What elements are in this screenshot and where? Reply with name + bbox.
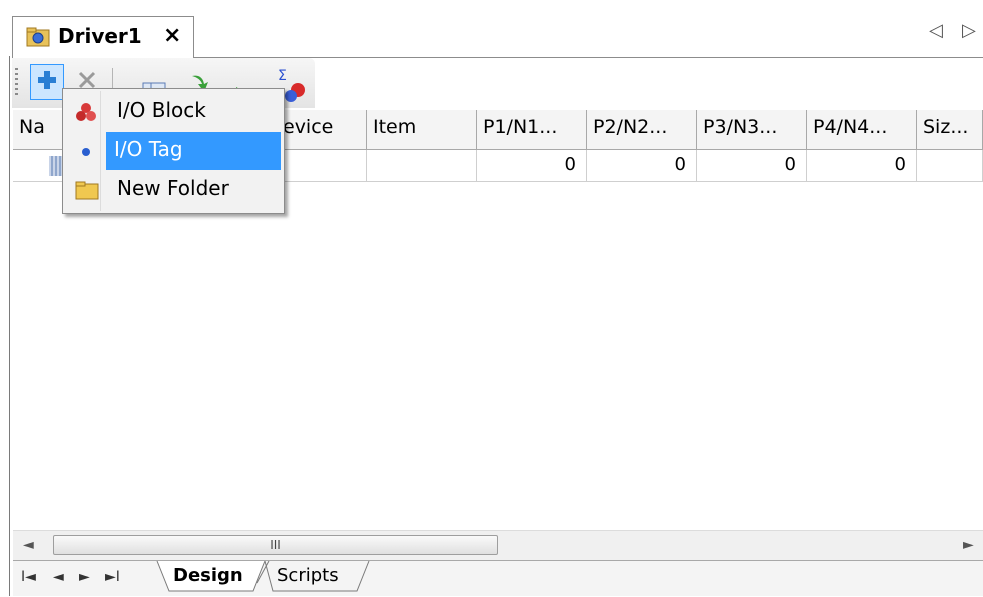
menu-item-label: New Folder (117, 176, 229, 200)
add-context-menu: I/O Block I/O Tag New Folder (62, 88, 285, 214)
scrollbar-thumb[interactable]: III (53, 535, 498, 555)
column-header-p2-n2[interactable]: P2/N2... (587, 110, 697, 150)
menu-item-new-folder[interactable]: New Folder (66, 171, 281, 209)
scroll-left-arrow-icon[interactable]: ◄ (23, 537, 34, 553)
tab-scroll-left-icon[interactable]: ◁ (929, 20, 943, 41)
menu-item-label: I/O Block (117, 98, 206, 122)
last-tab-icon[interactable]: ►I (105, 569, 120, 585)
previous-tab-icon[interactable]: ◄ (53, 569, 64, 585)
menu-item-label: I/O Tag (114, 137, 183, 161)
row-p3-cell[interactable]: 0 (697, 150, 807, 182)
row-size-cell[interactable] (917, 150, 983, 182)
tab-design[interactable]: Design (173, 565, 243, 597)
io-tag-icon (75, 141, 97, 161)
left-border (9, 56, 10, 596)
io-block-icon (75, 102, 97, 122)
document-tab-label: Driver1 (58, 24, 142, 48)
plus-icon (36, 69, 58, 96)
tag-row-icon (49, 156, 63, 176)
row-p4-cell[interactable]: 0 (807, 150, 917, 182)
folder-icon (75, 180, 99, 200)
tab-scripts[interactable]: Scripts (277, 565, 339, 597)
tab-scroll-right-icon[interactable]: ▷ (962, 20, 976, 41)
bottom-tab-bar: I◄ ◄ ► ►I Design Scripts (13, 560, 983, 596)
scroll-right-arrow-icon[interactable]: ► (963, 537, 974, 553)
driver-folder-icon (26, 27, 50, 47)
menu-item-io-tag[interactable]: I/O Tag (66, 132, 281, 170)
driver-window: Driver1 × ◁ ▷ Na evice Item P1/N1... P2/… (0, 0, 983, 596)
next-tab-icon[interactable]: ► (79, 569, 90, 585)
add-button[interactable] (30, 64, 64, 100)
document-tab-driver1[interactable]: Driver1 × (12, 16, 194, 58)
document-tab-strip: Driver1 × ◁ ▷ (0, 0, 983, 58)
row-p1-cell[interactable]: 0 (477, 150, 587, 182)
toolbar-grip-handle[interactable] (15, 68, 18, 98)
row-item-cell[interactable] (367, 150, 477, 182)
row-p2-cell[interactable]: 0 (587, 150, 697, 182)
horizontal-scrollbar[interactable]: ◄ III ► (13, 530, 983, 560)
column-header-p4-n4[interactable]: P4/N4... (807, 110, 917, 150)
tab-strip-divider (194, 57, 983, 58)
column-header-p1-n1[interactable]: P1/N1... (477, 110, 587, 150)
column-header-size[interactable]: Siz... (917, 110, 983, 150)
menu-item-io-block[interactable]: I/O Block (66, 93, 281, 131)
close-tab-icon[interactable]: × (163, 23, 181, 48)
column-header-item[interactable]: Item (367, 110, 477, 150)
first-tab-icon[interactable]: I◄ (21, 569, 36, 585)
column-header-p3-n3[interactable]: P3/N3... (697, 110, 807, 150)
